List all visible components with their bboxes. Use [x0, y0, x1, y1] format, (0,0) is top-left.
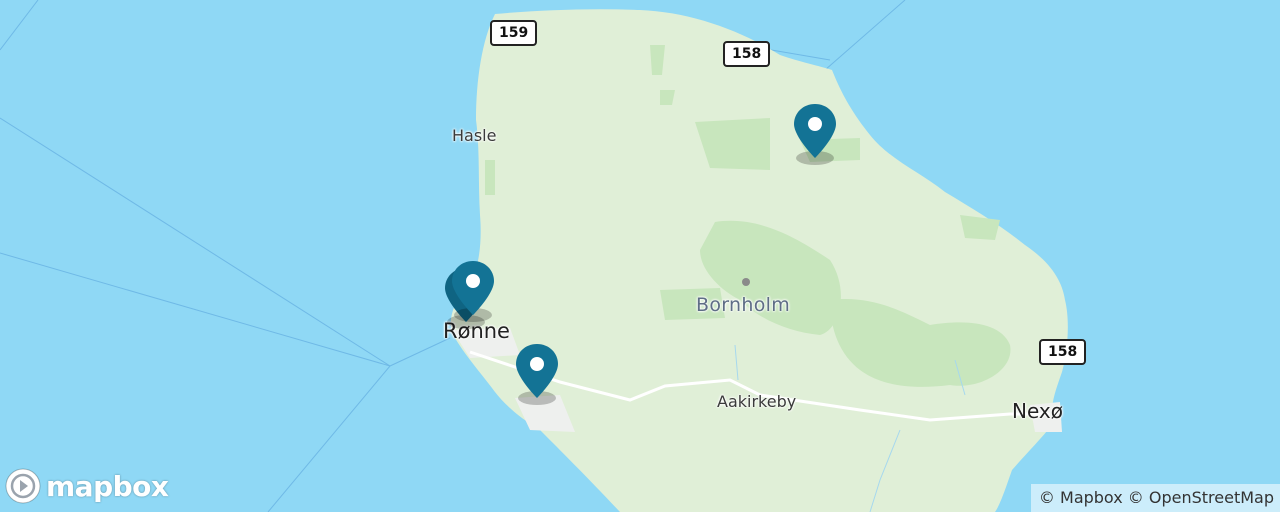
- route-shield-158-east: 158: [1039, 339, 1087, 365]
- place-label-aakirkeby: Aakirkeby: [717, 392, 797, 411]
- mapbox-logo-text: mapbox: [46, 469, 169, 503]
- route-shield-158-north: 158: [723, 41, 771, 67]
- map-pin-icon: [452, 261, 494, 322]
- mapbox-logo-icon: [5, 468, 41, 504]
- place-label-nexo: Nexø: [1012, 399, 1063, 423]
- map-canvas[interactable]: Hasle Rønne Bornholm Aakirkeby Nexø 159 …: [0, 0, 1280, 512]
- attribution-osm-link[interactable]: © OpenStreetMap: [1128, 488, 1274, 507]
- attribution-mapbox-link[interactable]: © Mapbox: [1039, 488, 1123, 507]
- map-marker-north[interactable]: [792, 102, 838, 165]
- map-basemap: [0, 0, 1280, 512]
- map-pin-icon: [516, 344, 558, 405]
- map-pin-icon: [794, 104, 836, 165]
- mapbox-logo[interactable]: mapbox: [4, 466, 169, 506]
- map-marker-south[interactable]: [514, 342, 560, 405]
- map-attribution: © Mapbox © OpenStreetMap: [1030, 484, 1280, 512]
- place-label-hasle: Hasle: [452, 126, 497, 145]
- island-center-dot: [742, 278, 750, 286]
- map-marker-ronne[interactable]: [450, 259, 496, 322]
- route-shield-159: 159: [490, 20, 538, 46]
- place-label-bornholm: Bornholm: [696, 294, 791, 316]
